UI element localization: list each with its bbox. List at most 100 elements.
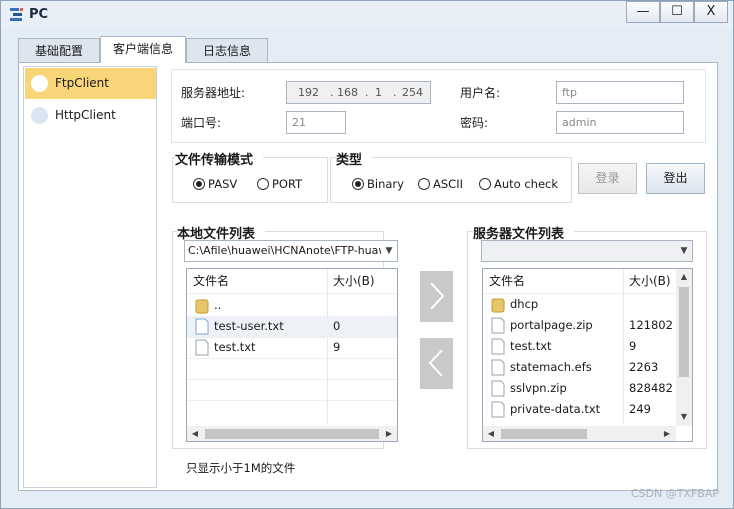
- list-item[interactable]: portalpage.zip 121802: [483, 315, 678, 336]
- window-title: PC: [29, 7, 49, 22]
- list-item[interactable]: test.txt 9: [483, 336, 678, 357]
- client-sidebar: FtpClient HttpClient: [23, 66, 157, 488]
- binary-radio[interactable]: Binary: [352, 177, 404, 191]
- server-address-label: 服务器地址:: [181, 86, 246, 100]
- folder-icon: [491, 298, 505, 313]
- list-item[interactable]: ..: [187, 295, 397, 316]
- upload-arrow-button[interactable]: [420, 271, 453, 322]
- logout-button[interactable]: 登出: [646, 163, 705, 194]
- size-limit-note: 只显示小于1M的文件: [186, 461, 296, 475]
- scroll-thumb[interactable]: [205, 429, 379, 439]
- scroll-thumb[interactable]: [679, 287, 689, 377]
- pasv-radio[interactable]: PASV: [193, 177, 237, 191]
- ascii-radio[interactable]: ASCII: [418, 177, 463, 191]
- server-path-select[interactable]: ▼: [481, 240, 693, 262]
- ftpclient-icon: [31, 75, 48, 92]
- ascii-label: ASCII: [433, 177, 463, 191]
- chevron-down-icon[interactable]: ▼: [381, 241, 397, 261]
- radio-indicator: [418, 178, 430, 190]
- local-file-list: 文件名 大小(B) .. test-user.txt 0 test.txt 9: [186, 268, 398, 442]
- minimize-button[interactable]: —: [626, 1, 660, 23]
- title-bar[interactable]: PC — ☐ X: [1, 1, 733, 29]
- server-settings-panel: 服务器地址: 192 . 168 . 1 . 254 用户名: ftp 端口号:…: [171, 69, 706, 143]
- server-files-group: 服务器文件列表 ▼ 文件名 大小(B) dhcp portalpage.zip …: [467, 223, 707, 449]
- local-path-value: C:\Afile\huawei\HCNAnote\FTP-huawei: [188, 244, 398, 257]
- file-name: test-user.txt: [214, 319, 284, 333]
- file-icon: [195, 339, 209, 356]
- file-size: 121802: [629, 318, 673, 332]
- maximize-button[interactable]: ☐: [660, 1, 694, 23]
- scroll-down-icon[interactable]: ▼: [676, 409, 692, 425]
- port-radio[interactable]: PORT: [257, 177, 302, 191]
- auto-check-label: Auto check: [494, 177, 559, 191]
- radio-indicator: [479, 178, 491, 190]
- sidebar-item-ftpclient[interactable]: FtpClient: [25, 68, 156, 99]
- file-size: 9: [333, 340, 341, 354]
- file-name: test.txt: [510, 339, 552, 353]
- sidebar-item-label: FtpClient: [55, 76, 109, 90]
- port-mode-label: PORT: [272, 177, 303, 191]
- file-icon: [491, 338, 505, 355]
- scroll-right-icon[interactable]: ▶: [659, 426, 675, 441]
- scroll-up-icon[interactable]: ▲: [676, 269, 692, 285]
- transfer-mode-title: 文件传输模式: [175, 149, 264, 168]
- radio-indicator: [352, 178, 364, 190]
- tab-log-info[interactable]: 日志信息: [186, 38, 268, 63]
- watermark: CSDN @TXFBAP: [630, 487, 719, 500]
- local-col-size: 大小(B): [333, 274, 375, 288]
- type-group: 类型 Binary ASCII Auto check: [330, 149, 572, 203]
- scroll-left-icon[interactable]: ◀: [187, 426, 203, 441]
- radio-indicator: [257, 178, 269, 190]
- folder-icon: [195, 299, 209, 314]
- list-item[interactable]: test-user.txt 0: [187, 316, 397, 337]
- file-name: portalpage.zip: [510, 318, 593, 332]
- sidebar-item-label: HttpClient: [55, 108, 116, 122]
- pc-app-icon: [10, 8, 23, 21]
- sidebar-item-httpclient[interactable]: HttpClient: [25, 100, 156, 131]
- tab-client-info[interactable]: 客户端信息: [100, 36, 186, 63]
- scroll-thumb[interactable]: [501, 429, 587, 439]
- list-item[interactable]: dhcp: [483, 294, 678, 315]
- download-arrow-button[interactable]: [420, 338, 453, 389]
- file-icon: [491, 380, 505, 397]
- server-col-name: 文件名: [489, 274, 526, 288]
- scroll-left-icon[interactable]: ◀: [483, 426, 499, 441]
- ip-octet-3: 1: [375, 86, 382, 99]
- type-title: 类型: [336, 149, 373, 168]
- close-button[interactable]: X: [694, 1, 728, 23]
- server-file-list: 文件名 大小(B) dhcp portalpage.zip 121802 tes…: [482, 268, 693, 442]
- list-item[interactable]: private-data.txt 249: [483, 399, 678, 420]
- ip-octet-4: 254: [402, 86, 423, 99]
- auto-check-radio[interactable]: Auto check: [479, 177, 558, 191]
- tab-basic-config[interactable]: 基础配置: [18, 38, 100, 63]
- list-item[interactable]: test.txt 9: [187, 337, 397, 358]
- file-name: sslvpn.zip: [510, 381, 567, 395]
- username-label: 用户名:: [460, 86, 501, 100]
- file-name: private-data.txt: [510, 402, 601, 416]
- radio-indicator: [193, 178, 205, 190]
- chevron-left-icon: [428, 349, 443, 377]
- file-name: statemach.efs: [510, 360, 592, 374]
- local-path-select[interactable]: C:\Afile\huawei\HCNAnote\FTP-huawei ▼: [184, 240, 398, 262]
- server-ip-field[interactable]: 192 . 168 . 1 . 254: [286, 81, 431, 104]
- local-horizontal-scrollbar[interactable]: ◀ ▶: [187, 426, 397, 441]
- list-item[interactable]: statemach.efs 2263: [483, 357, 678, 378]
- tab-content: FtpClient HttpClient 服务器地址: 192 . 168 . …: [18, 62, 718, 491]
- password-field[interactable]: admin: [556, 111, 684, 134]
- file-icon: [491, 359, 505, 376]
- port-field[interactable]: 21: [286, 111, 346, 134]
- scroll-right-icon[interactable]: ▶: [381, 426, 397, 441]
- file-size: 2263: [629, 360, 659, 374]
- file-icon: [195, 318, 209, 335]
- login-button[interactable]: 登录: [578, 163, 637, 194]
- file-size: 9: [629, 339, 637, 353]
- file-name: test.txt: [214, 340, 256, 354]
- server-vertical-scrollbar[interactable]: ▲ ▼: [676, 269, 692, 426]
- port-label: 端口号:: [181, 116, 222, 130]
- ip-octet-1: 192: [298, 86, 319, 99]
- server-horizontal-scrollbar[interactable]: ◀ ▶: [483, 426, 676, 441]
- list-item[interactable]: sslvpn.zip 828482: [483, 378, 678, 399]
- username-field[interactable]: ftp: [556, 81, 684, 104]
- binary-label: Binary: [367, 177, 404, 191]
- chevron-down-icon[interactable]: ▼: [676, 241, 692, 261]
